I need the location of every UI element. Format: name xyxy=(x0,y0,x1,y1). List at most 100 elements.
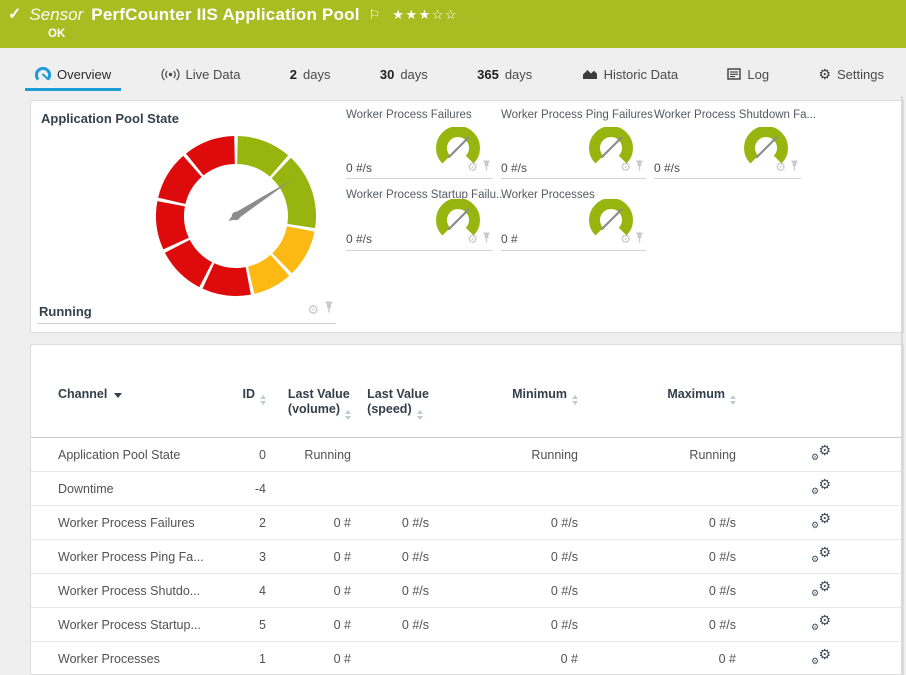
star-filled-icon[interactable]: ★ xyxy=(392,7,405,22)
last-value-volume: Running xyxy=(266,448,351,462)
last-value-volume: 0 # xyxy=(266,652,351,666)
col-header-minimum[interactable]: Minimum xyxy=(429,387,578,404)
channel-settings-icon[interactable]: ⚙⚙ xyxy=(811,444,831,462)
tab-live-data[interactable]: Live Data xyxy=(151,60,251,91)
minimum-value: 0 #/s xyxy=(429,550,578,564)
maximum-value: 0 #/s xyxy=(578,618,736,632)
gear-icon[interactable]: ⚙ xyxy=(467,160,478,174)
tab-30-days[interactable]: 30days xyxy=(370,60,438,91)
sensor-title: PerfCounter IIS Application Pool xyxy=(91,5,359,25)
channel-id: 5 xyxy=(238,618,266,632)
tab-365-days[interactable]: 365days xyxy=(467,60,542,91)
channel-settings-icon[interactable]: ⚙⚙ xyxy=(811,614,831,632)
channel-row: Worker Process Startup...50 #0 #/s0 #/s0… xyxy=(31,608,903,642)
minimum-value: 0 #/s xyxy=(429,516,578,530)
channel-id: 2 xyxy=(238,516,266,530)
col-header-channel[interactable]: Channel xyxy=(31,387,238,401)
sort-desc-icon xyxy=(114,393,122,398)
maximum-value: Running xyxy=(578,448,736,462)
channel-name: Downtime xyxy=(31,482,238,496)
col-header-id[interactable]: ID xyxy=(238,387,266,404)
gear-icon[interactable]: ⚙ xyxy=(307,303,319,316)
sort-icon[interactable] xyxy=(417,410,423,420)
panel-edge-divider xyxy=(901,96,903,675)
pin-icon[interactable] xyxy=(635,158,644,176)
log-icon xyxy=(727,68,741,80)
channel-settings-icon[interactable]: ⚙⚙ xyxy=(811,580,831,598)
gear-icon[interactable]: ⚙ xyxy=(620,160,631,174)
maximum-value: 0 #/s xyxy=(578,516,736,530)
tab-2-days[interactable]: 2days xyxy=(280,60,341,91)
minimum-value: 0 #/s xyxy=(429,618,578,632)
channel-settings-icon[interactable]: ⚙⚙ xyxy=(811,546,831,564)
star-rating[interactable]: ★★★☆☆ xyxy=(392,7,458,23)
channel-name: Application Pool State xyxy=(31,448,238,462)
channel-id: 4 xyxy=(238,584,266,598)
mini-gauge-value: 0 #/s xyxy=(501,161,527,175)
gear-icon[interactable]: ⚙ xyxy=(620,232,631,246)
channel-row: Worker Process Failures20 #0 #/s0 #/s0 #… xyxy=(31,506,903,540)
tab-log[interactable]: Log xyxy=(717,60,779,91)
gear-icon: ⚙ xyxy=(818,67,831,81)
channel-name: Worker Processes xyxy=(31,652,238,666)
sort-icon[interactable] xyxy=(572,395,578,405)
tab-bar: Overview Live Data 2days 30days 365days Histo… xyxy=(0,60,906,91)
main-gauge-tile: Application Pool State Running ⚙ xyxy=(37,107,336,324)
flag-icon[interactable]: ⚐ xyxy=(369,7,381,23)
pin-icon[interactable] xyxy=(790,158,799,176)
mini-gauge-value: 0 #/s xyxy=(346,232,372,246)
pin-icon[interactable] xyxy=(482,158,491,176)
table-rows: Application Pool State0RunningRunningRun… xyxy=(31,438,903,675)
mini-gauge-value: 0 # xyxy=(501,232,518,246)
mini-gauge-value: 0 #/s xyxy=(346,161,372,175)
maximum-value: 0 #/s xyxy=(578,584,736,598)
prtg-sensor-page: ✓ Sensor PerfCounter IIS Application Poo… xyxy=(0,0,906,675)
channel-row: Worker Process Shutdo...40 #0 #/s0 #/s0 … xyxy=(31,574,903,608)
star-filled-icon[interactable]: ★ xyxy=(419,7,432,22)
channel-name: Worker Process Ping Fa... xyxy=(31,550,238,564)
channel-id: 3 xyxy=(238,550,266,564)
star-empty-icon[interactable]: ☆ xyxy=(432,7,445,22)
pin-icon[interactable] xyxy=(635,230,644,248)
sensor-type-label: Sensor xyxy=(29,5,83,25)
tab-overview[interactable]: Overview xyxy=(25,60,121,91)
channel-settings-icon[interactable]: ⚙⚙ xyxy=(811,648,831,666)
minimum-value: 0 #/s xyxy=(429,584,578,598)
last-value-speed: 0 #/s xyxy=(351,550,429,564)
col-header-maximum[interactable]: Maximum xyxy=(578,387,736,404)
channel-id: 0 xyxy=(238,448,266,462)
channel-row: Downtime-4⚙⚙ xyxy=(31,472,903,506)
live-icon xyxy=(161,68,180,81)
pin-icon[interactable] xyxy=(482,230,491,248)
channel-name: Worker Process Shutdo... xyxy=(31,584,238,598)
col-header-last-value-volume[interactable]: Last Value(volume) xyxy=(266,387,351,419)
sort-icon[interactable] xyxy=(345,410,351,420)
pin-icon[interactable] xyxy=(324,300,334,318)
gear-icon[interactable]: ⚙ xyxy=(775,160,786,174)
status-badge: OK xyxy=(48,28,65,40)
application-pool-state-gauge xyxy=(146,126,326,311)
last-value-volume: 0 # xyxy=(266,516,351,530)
tab-historic-data[interactable]: Historic Data xyxy=(572,60,688,91)
gear-icon[interactable]: ⚙ xyxy=(467,232,478,246)
star-empty-icon[interactable]: ☆ xyxy=(445,7,458,22)
channel-row: Worker Processes10 #0 #0 #⚙⚙ xyxy=(31,642,903,675)
sort-icon[interactable] xyxy=(730,395,736,405)
sort-icon[interactable] xyxy=(260,395,266,405)
mini-gauge-tile: Worker Process Shutdown Fa... 0 #/s⚙ xyxy=(654,109,801,179)
mini-gauge-title: Worker Process Startup Failu... xyxy=(346,189,506,201)
maximum-value: 0 # xyxy=(578,652,736,666)
mini-gauge-tile: Worker Process Startup Failu... 0 #/s⚙ xyxy=(346,189,493,251)
minimum-value: Running xyxy=(429,448,578,462)
mini-gauge-tile: Worker Process Failures 0 #/s ⚙ xyxy=(346,109,493,179)
mini-gauge-title: Worker Process Failures xyxy=(346,109,472,121)
tab-settings[interactable]: ⚙Settings xyxy=(808,60,894,91)
star-filled-icon[interactable]: ★ xyxy=(405,7,418,22)
mini-gauge-title: Worker Processes xyxy=(501,189,595,201)
channel-settings-icon[interactable]: ⚙⚙ xyxy=(811,512,831,530)
mini-gauge-tile: Worker Process Ping Failures 0 #/s⚙ xyxy=(501,109,646,179)
last-value-volume: 0 # xyxy=(266,550,351,564)
channel-settings-icon[interactable]: ⚙⚙ xyxy=(811,478,831,496)
col-header-last-value-speed[interactable]: Last Value(speed) xyxy=(351,387,429,419)
gauges-panel: Application Pool State Running ⚙ Worker … xyxy=(30,100,904,333)
